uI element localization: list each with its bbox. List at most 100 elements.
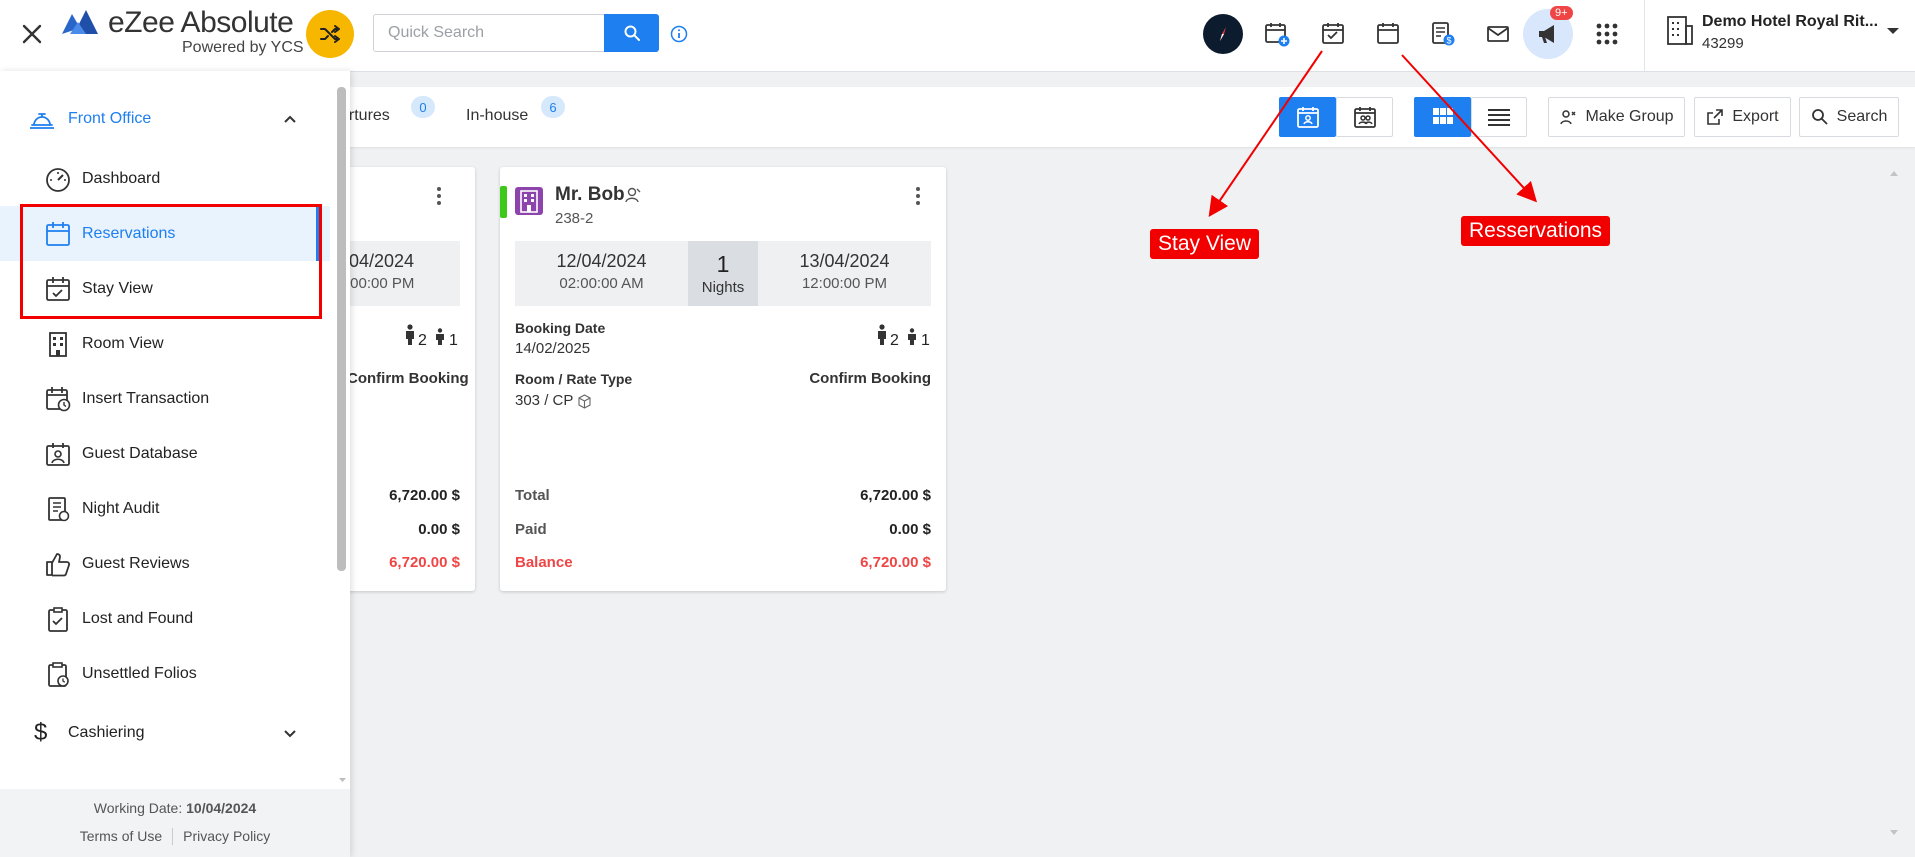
booking-id: 238-2 — [555, 210, 594, 227]
top-bar: eZee Absolute Powered by YCS $ 9+ Demo H… — [0, 0, 1915, 72]
apps-grid-icon[interactable] — [1590, 17, 1624, 51]
scroll-down-icon[interactable] — [1890, 830, 1898, 836]
children-count: 1 — [449, 332, 458, 349]
room-rate-label: Room / Rate Type — [515, 371, 633, 387]
group-icon — [1560, 110, 1576, 125]
child-icon — [435, 328, 445, 346]
departure-date: 13/04/2024 — [799, 251, 890, 271]
sidebar: Front Office Dashboard Reservations Stay… — [0, 71, 350, 857]
arrival-date: /04/2024 — [344, 251, 415, 271]
sidebar-section-label: Front Office — [68, 109, 152, 127]
more-options-icon[interactable] — [915, 185, 921, 207]
reservations-shortcut-icon[interactable] — [1371, 17, 1405, 51]
package-box-icon[interactable] — [577, 394, 592, 409]
arrival-date: 12/04/2024 — [556, 251, 647, 271]
switch-property-button[interactable] — [306, 10, 354, 58]
scroll-up-icon[interactable] — [1890, 170, 1898, 176]
sidebar-section-label: Cashiering — [68, 723, 145, 741]
search-label: Search — [1836, 108, 1888, 125]
sidebar-item-label: Guest Database — [82, 444, 198, 462]
export-label: Export — [1732, 108, 1779, 125]
sidebar-item-label: Guest Reviews — [82, 554, 190, 572]
booking-status: Confirm Booking — [347, 370, 469, 387]
sidebar-section-cashiering[interactable]: $ Cashiering — [0, 705, 330, 760]
sidebar-section-front-office[interactable]: Front Office — [0, 91, 330, 146]
search-icon — [624, 25, 640, 41]
guest-name[interactable]: Mr. Bob — [555, 184, 625, 206]
search-filter-button[interactable]: Search — [1799, 97, 1899, 137]
annotation-stay-view: Stay View — [1150, 229, 1259, 259]
more-options-icon[interactable] — [436, 185, 442, 207]
list-view-button[interactable] — [1471, 97, 1527, 137]
grid-view-button[interactable] — [1414, 97, 1471, 137]
sidebar-item-lost-and-found[interactable]: Lost and Found — [0, 591, 330, 646]
export-button[interactable]: Export — [1694, 97, 1791, 137]
search-button[interactable] — [604, 14, 659, 52]
chevron-down-icon[interactable] — [1886, 26, 1900, 36]
hotel-name[interactable]: Demo Hotel Royal Rit... — [1702, 13, 1878, 31]
info-icon[interactable] — [670, 25, 688, 43]
sidebar-scroll-down-icon[interactable] — [339, 778, 346, 783]
sidebar-item-guest-database[interactable]: Guest Database — [0, 426, 330, 481]
bell-service-icon — [30, 112, 54, 129]
group-view-button[interactable] — [1336, 97, 1393, 137]
sidebar-item-night-audit[interactable]: Night Audit — [0, 481, 330, 536]
sidebar-item-guest-reviews[interactable]: Guest Reviews — [0, 536, 330, 591]
calendar-clock-icon — [46, 386, 71, 411]
brand-logo-icon — [60, 8, 100, 38]
sidebar-item-unsettled-folios[interactable]: Unsettled Folios — [0, 646, 330, 701]
sidebar-scrollbar[interactable] — [337, 87, 346, 571]
adults-count: 2 — [418, 332, 427, 349]
child-icon — [907, 328, 917, 346]
room-rate: 303 / CP — [515, 392, 574, 409]
working-date-value: 10/04/2024 — [186, 800, 257, 816]
sidebar-item-room-view[interactable]: Room View — [0, 316, 330, 371]
sidebar-item-label: Lost and Found — [82, 609, 194, 627]
booking-status: Confirm Booking — [809, 370, 931, 387]
sidebar-item-dashboard[interactable]: Dashboard — [0, 151, 330, 206]
working-date-label: Working Date: — [93, 800, 183, 816]
hotel-building-icon — [1665, 14, 1695, 46]
stay-view-shortcut-icon[interactable] — [1316, 17, 1350, 51]
clipboard-clock-icon — [48, 661, 69, 687]
arrival-view-button[interactable] — [1279, 97, 1336, 137]
brand-subtitle: Powered by YCS — [182, 39, 304, 56]
make-group-label: Make Group — [1585, 108, 1674, 125]
close-menu-icon[interactable] — [18, 20, 46, 48]
svg-text:$: $ — [1446, 36, 1451, 46]
mail-icon[interactable] — [1481, 17, 1515, 51]
brand-title: eZee Absolute — [108, 6, 294, 39]
tab-in-house[interactable]: In-house — [466, 107, 528, 125]
terms-link[interactable]: Terms of Use — [80, 828, 162, 845]
hotel-code: 43299 — [1702, 35, 1744, 52]
balance-value: 6,720.00 $ — [389, 554, 460, 571]
sidebar-item-label: Night Audit — [82, 499, 160, 517]
billing-icon[interactable]: $ — [1426, 17, 1460, 51]
new-reservation-icon[interactable] — [1260, 17, 1294, 51]
dashboard-gauge-icon — [46, 167, 70, 192]
privacy-link[interactable]: Privacy Policy — [183, 828, 270, 845]
footer-links: Terms of Use Privacy Policy — [0, 828, 350, 845]
adult-icon — [876, 324, 888, 346]
booking-date: 14/02/2025 — [515, 340, 591, 357]
status-indicator — [500, 186, 507, 218]
divider — [172, 828, 174, 845]
balance-value: 6,720.00 $ — [860, 554, 931, 571]
compass-icon[interactable] — [1203, 14, 1243, 54]
guest-profile-icon[interactable] — [624, 186, 642, 204]
hotel-room-icon — [514, 186, 544, 216]
highlight-box — [20, 204, 322, 319]
sidebar-item-label: Room View — [82, 334, 164, 352]
grid-icon — [1432, 108, 1453, 124]
make-group-button[interactable]: Make Group — [1548, 97, 1685, 137]
adult-icon — [404, 324, 416, 346]
paid-value: 0.00 $ — [418, 521, 460, 538]
annotation-reservations: Resservations — [1461, 216, 1611, 246]
sidebar-item-insert-transaction[interactable]: Insert Transaction — [0, 371, 330, 426]
departure-time: 12:00:00 PM — [801, 275, 888, 292]
divider — [1644, 0, 1645, 71]
export-icon — [1707, 109, 1724, 125]
guest-card-icon — [46, 442, 70, 466]
quick-search-input[interactable] — [373, 14, 605, 52]
adults-count: 2 — [890, 332, 899, 349]
